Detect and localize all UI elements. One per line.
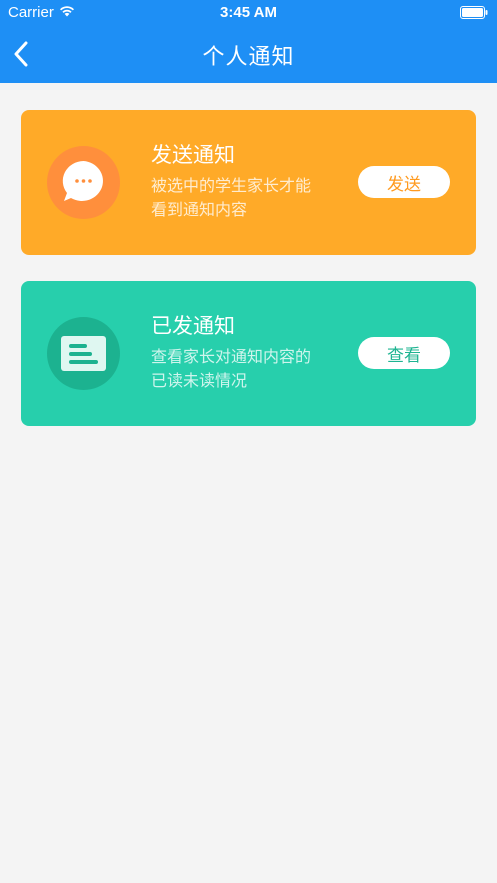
battery-icon xyxy=(460,6,488,19)
send-notice-card: 发送通知 被选中的学生家长才能看到通知内容 发送 xyxy=(21,110,476,255)
view-button[interactable]: 查看 xyxy=(358,337,450,369)
status-bar: Carrier 3:45 AM xyxy=(0,0,497,26)
page-title: 个人通知 xyxy=(202,45,295,70)
nav-header: Carrier 3:45 AM 个人通知 xyxy=(0,0,497,83)
card-icon-circle xyxy=(47,317,120,390)
document-list-icon xyxy=(61,336,106,371)
sent-notices-card: 已发通知 查看家长对通知内容的已读未读情况 查看 xyxy=(21,281,476,426)
send-button[interactable]: 发送 xyxy=(358,166,450,198)
card-description: 查看家长对通知内容的已读未读情况 xyxy=(151,347,312,390)
clock: 3:45 AM xyxy=(220,4,277,21)
chat-bubble-icon xyxy=(62,161,103,201)
card-description: 被选中的学生家长才能看到通知内容 xyxy=(151,176,312,219)
card-title: 已发通知 xyxy=(151,314,235,338)
card-icon-circle xyxy=(47,146,120,219)
card-title: 发送通知 xyxy=(151,143,235,167)
